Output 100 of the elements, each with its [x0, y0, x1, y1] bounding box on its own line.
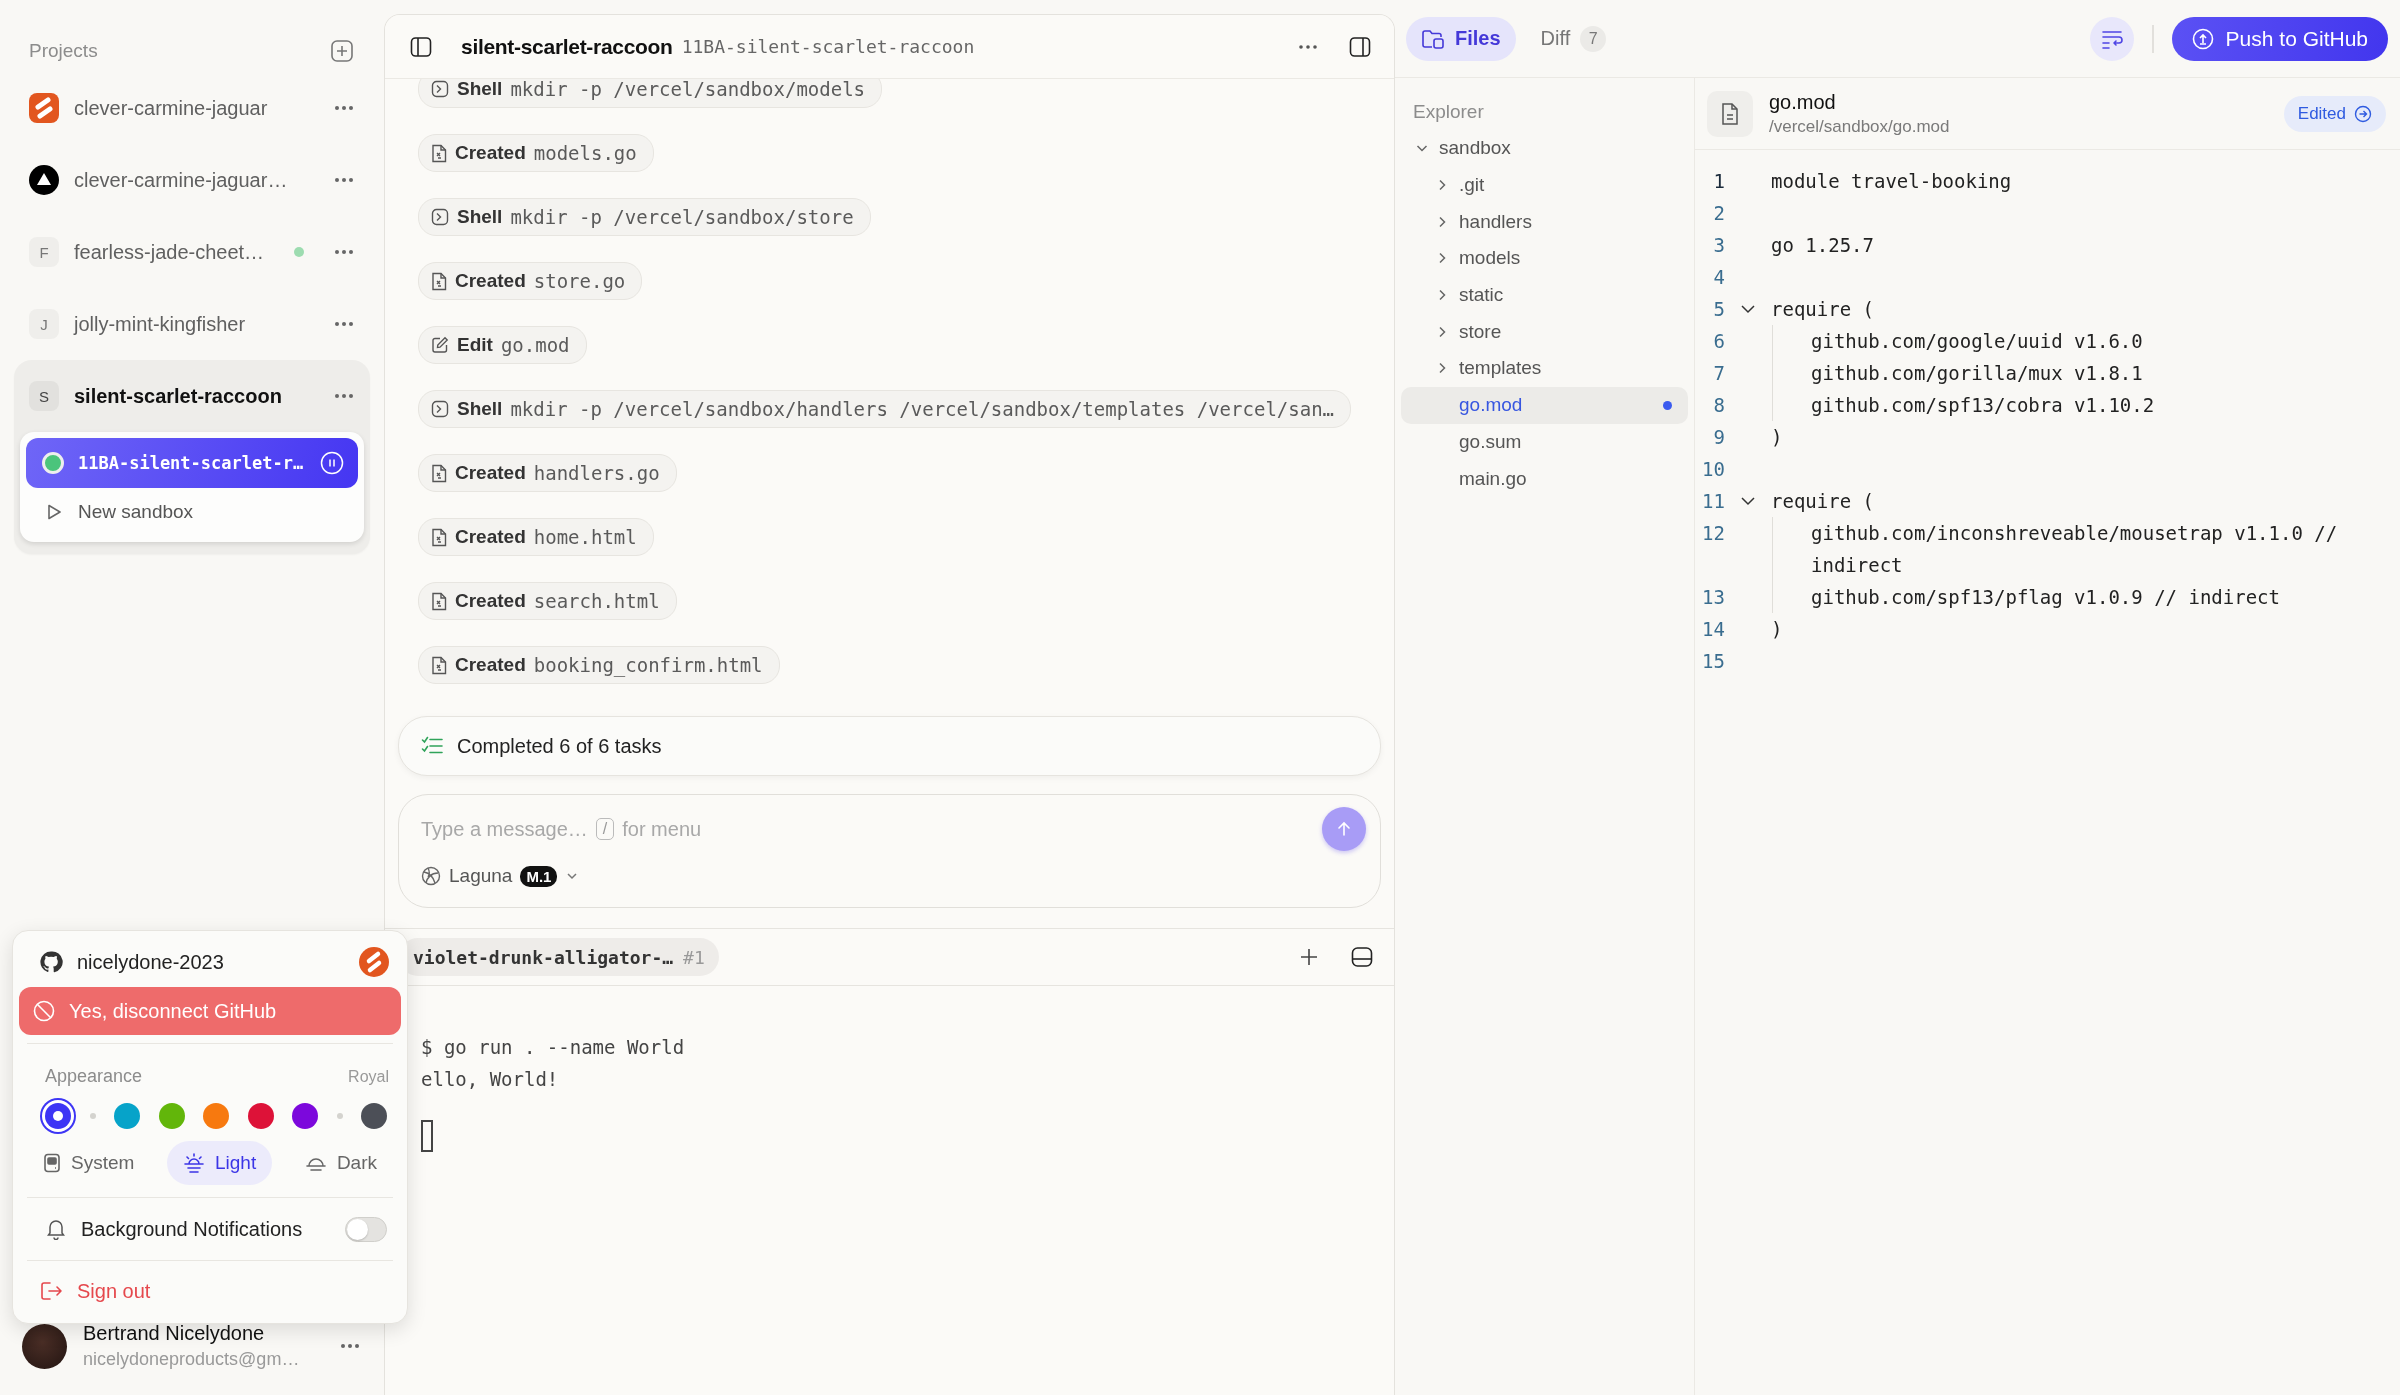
tree-folder[interactable]: sandbox [1401, 130, 1688, 167]
sandbox-item[interactable]: 11BA-silent-scarlet-r… [26, 438, 358, 488]
line-number: 4 [1712, 265, 1725, 290]
checklist-icon [421, 736, 443, 756]
new-sandbox-button[interactable]: New sandbox [26, 488, 212, 536]
tree-file[interactable]: go.mod [1401, 386, 1688, 424]
toggle-switch[interactable] [345, 1216, 387, 1242]
color-swatch[interactable] [361, 1103, 387, 1129]
file-icon [431, 143, 447, 163]
line-number: 14 [1701, 617, 1725, 642]
project-name[interactable]: jolly-mint-kingfisher [74, 312, 334, 336]
bell-icon [45, 1218, 67, 1240]
more-icon[interactable] [334, 321, 354, 327]
code-text: github.com/google/uuid v1.6.0 [1811, 330, 2143, 352]
action-label: Created [455, 590, 526, 612]
more-icon[interactable] [340, 1343, 360, 1349]
fold-icon[interactable] [1740, 303, 1756, 315]
line-number: 10 [1701, 457, 1725, 482]
tree-file[interactable]: go.sum [1401, 423, 1688, 461]
tree-folder[interactable]: .git [1401, 166, 1688, 204]
color-swatch[interactable] [203, 1103, 229, 1129]
more-icon[interactable] [334, 177, 354, 183]
terminal-icon [431, 208, 449, 226]
code-text: require ( [1771, 298, 1874, 320]
action-label: Created [455, 270, 526, 292]
file-icon [431, 591, 447, 611]
color-swatch[interactable] [292, 1103, 318, 1129]
panel-toggle-icon[interactable] [1348, 34, 1372, 59]
code-text: ) [1771, 426, 1783, 448]
edit-icon [431, 336, 449, 354]
tree-folder[interactable]: static [1401, 276, 1688, 314]
action-label: Shell [457, 79, 503, 100]
sidebar-toggle-icon[interactable] [409, 34, 433, 59]
file-icon [431, 463, 447, 483]
github-username: nicelydone-2023 [77, 950, 224, 974]
line-number: 8 [1712, 393, 1725, 418]
command-text: mkdir -p /vercel/sandbox/models [510, 79, 865, 100]
project-name[interactable]: clever-carmine-jaguar… [74, 168, 334, 192]
file-icon [431, 655, 447, 675]
tree-folder[interactable]: handlers [1401, 203, 1688, 241]
project-name[interactable]: silent-scarlet-raccoon [74, 384, 334, 408]
sandbox-name: 11BA-silent-scarlet-r… [78, 453, 305, 473]
add-icon[interactable] [1298, 946, 1320, 968]
arrow-circle-icon [2354, 104, 2372, 123]
chat-title: silent-scarlet-raccoon [461, 34, 673, 59]
message-input[interactable]: Type a message… [421, 817, 588, 841]
file-path: /vercel/sandbox/go.mod [1769, 116, 1950, 137]
fold-icon[interactable] [1740, 495, 1756, 507]
more-icon[interactable] [334, 105, 354, 111]
document-icon [1707, 90, 1753, 137]
code-text: require ( [1771, 490, 1874, 512]
tree-folder[interactable]: models [1401, 240, 1688, 277]
action-label: Shell [457, 398, 503, 420]
add-project-icon[interactable] [330, 39, 354, 63]
sign-out-button[interactable]: Sign out [19, 1269, 171, 1313]
more-icon[interactable] [334, 249, 354, 255]
theme-mode-button[interactable]: Light [167, 1141, 273, 1185]
user-name: Bertrand Nicelydone [83, 1322, 266, 1345]
panel-bottom-icon[interactable] [1350, 945, 1374, 969]
line-number: 6 [1712, 329, 1725, 354]
more-icon[interactable] [334, 393, 354, 399]
theme-mode-button[interactable]: System [27, 1141, 151, 1185]
color-swatch[interactable] [158, 1103, 185, 1129]
tree-file[interactable]: main.go [1401, 460, 1688, 497]
project-name[interactable]: fearless-jade-cheet… [74, 240, 294, 264]
shortcut-key: / [595, 818, 615, 840]
color-swatch[interactable] [114, 1103, 140, 1129]
tree-folder[interactable]: store [1401, 313, 1688, 351]
file-name: go.mod [1769, 90, 1837, 114]
logo-icon [29, 93, 59, 123]
logo-icon [359, 947, 389, 977]
theme-name: Royal [348, 1067, 389, 1086]
folder-icon [1421, 27, 1445, 50]
color-swatch[interactable] [247, 1103, 274, 1129]
model-selector[interactable]: Laguna M.1 [421, 853, 580, 899]
edited-badge[interactable]: Edited [2283, 95, 2386, 132]
theme-mode-button[interactable]: Dark [288, 1141, 393, 1185]
pause-icon[interactable] [320, 451, 344, 475]
command-text: store.go [533, 270, 626, 292]
line-number: 7 [1712, 361, 1725, 386]
task-summary-card[interactable]: Completed 6 of 6 tasks [398, 716, 1381, 776]
tab[interactable]: Files [1406, 16, 1516, 61]
project-name[interactable]: clever-carmine-jaguar [74, 96, 334, 120]
terminal-line: ello, World! [421, 1068, 559, 1090]
command-text: models.go [533, 142, 637, 164]
code-text: go 1.25.7 [1771, 234, 1874, 256]
file-icon [431, 527, 447, 547]
tree-folder[interactable]: templates [1401, 350, 1688, 387]
tab[interactable]: Diff 7 [1525, 16, 1622, 61]
more-icon[interactable] [1298, 43, 1318, 50]
terminal-icon [431, 400, 449, 418]
action-label: Edit [457, 334, 493, 356]
avatar[interactable] [22, 1323, 67, 1369]
push-button[interactable]: Push to GitHub [2171, 16, 2388, 61]
explorer-title: Explorer [1412, 100, 1485, 124]
line-number: 13 [1701, 585, 1725, 610]
code-text: github.com/spf13/pflag v1.0.9 // indirect [1811, 586, 2280, 608]
code-text: github.com/spf13/cobra v1.10.2 [1811, 394, 2155, 416]
line-number: 1 [1712, 169, 1725, 194]
line-number: 2 [1712, 201, 1725, 226]
